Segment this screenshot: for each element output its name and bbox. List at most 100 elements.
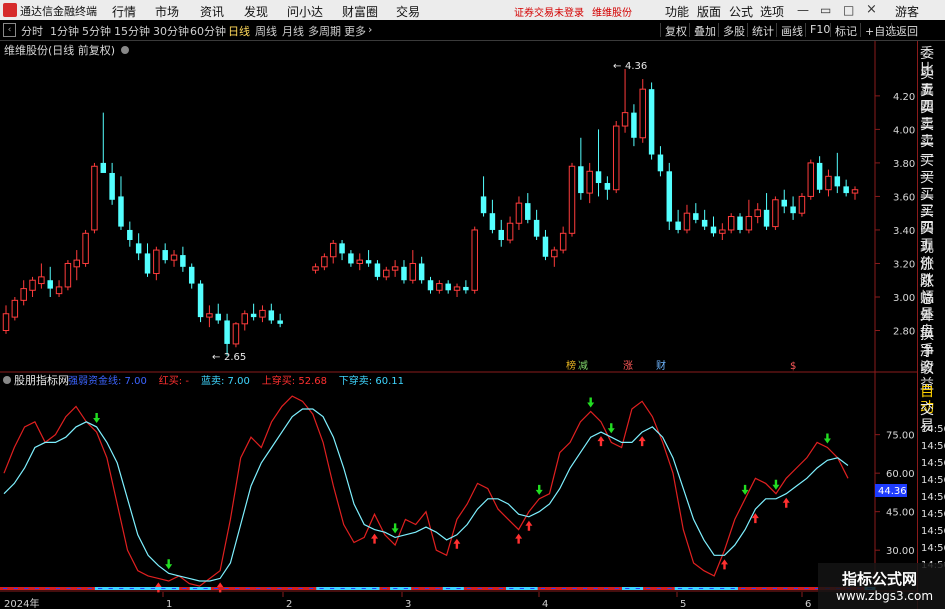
strip-mark <box>98 588 103 589</box>
event-tag-limit[interactable]: 涨 <box>623 360 633 372</box>
menu-item-quotes[interactable]: 行情 <box>112 3 136 20</box>
candle-body <box>188 266 195 284</box>
btn-multistock[interactable]: 多股 <box>718 23 745 38</box>
btn-mark[interactable]: 标记 <box>830 23 857 38</box>
strip-mark <box>55 588 61 589</box>
period-monthly[interactable]: 月线 <box>282 23 304 39</box>
strip-mark <box>361 588 366 589</box>
strip-mark <box>76 588 82 589</box>
period-more[interactable]: 更多 <box>344 23 366 39</box>
candle-body <box>268 310 275 321</box>
login-warning[interactable]: 证券交易未登录 <box>514 4 584 19</box>
watermark-url: www.zbgs3.com <box>836 589 934 603</box>
period-multi[interactable]: 多周期 <box>308 23 341 39</box>
period-intraday[interactable]: 分时 <box>21 23 43 39</box>
indicator-name: 股朋指标网 <box>14 373 69 387</box>
strip-mark <box>667 588 672 589</box>
minimize-icon[interactable]: — <box>797 3 809 17</box>
period-15min[interactable]: 15分钟 <box>114 23 150 39</box>
candle-body <box>568 165 576 234</box>
quote-panel: 委比 卖五 卖四 卖三 卖二 卖一 买一 买二 买三 买四 买五 现价 涨跌 涨… <box>917 41 945 609</box>
indicator-params: 强弱资金线: 7.00 红买: - 蓝卖: 7.00 上穿买: 52.68 下穿卖: 6… <box>68 374 404 387</box>
price-axis: 4.20 4.00 3.80 3.60 3.40 3.20 3.00 2.80 <box>875 92 915 338</box>
candle-body <box>816 162 823 190</box>
strip-mark <box>762 588 767 589</box>
menu-functions[interactable]: 功能 <box>665 3 689 20</box>
candle-body <box>232 323 240 345</box>
chart-area[interactable]: 维维股份(日线 前复权) 4.20 4.00 3.80 3.60 3.40 3.20 3.0… <box>0 41 917 609</box>
candle-body <box>82 232 89 264</box>
event-tag-finance[interactable]: 财 <box>656 359 666 372</box>
menu-layout[interactable]: 版面 <box>697 3 721 20</box>
indicator-settings-icon[interactable] <box>3 376 11 384</box>
strip-mark <box>256 588 261 589</box>
event-tag-reduce[interactable]: 减 <box>578 360 588 372</box>
menu-item-news[interactable]: 资讯 <box>200 3 224 20</box>
strip-mark <box>287 588 293 589</box>
strip-mark <box>3 588 8 589</box>
btn-stats[interactable]: 统计 <box>747 23 774 38</box>
strip-mark <box>161 588 166 589</box>
period-weekly[interactable]: 周线 <box>255 23 277 39</box>
chart-settings-icon[interactable] <box>121 46 129 54</box>
candle-body <box>586 170 593 194</box>
restore-icon[interactable]: ▭ <box>820 3 831 17</box>
menu-item-ask[interactable]: 问小达 <box>287 3 323 20</box>
strip-mark <box>509 588 514 589</box>
close-icon[interactable]: × <box>866 2 877 17</box>
btn-f10[interactable]: F10 <box>805 23 830 37</box>
date-label-jan: 1 <box>166 599 172 609</box>
strip-mark <box>582 588 588 589</box>
btn-adjust[interactable]: 复权 <box>660 23 687 38</box>
btn-draw[interactable]: 画线 <box>776 23 803 38</box>
period-5min[interactable]: 5分钟 <box>82 23 111 39</box>
strip-mark <box>277 588 282 589</box>
menu-item-discover[interactable]: 发现 <box>244 3 268 20</box>
sell-arrow-icon <box>823 433 831 444</box>
menu-item-market[interactable]: 市场 <box>155 3 179 20</box>
strip-mark <box>424 588 430 589</box>
strip-mark <box>403 588 408 589</box>
strip-mark <box>87 588 92 589</box>
strip-mark <box>783 588 788 589</box>
period-daily[interactable]: 日线 <box>228 23 250 39</box>
menu-item-wealth[interactable]: 财富圈 <box>342 3 378 20</box>
stock-tab[interactable]: 维维股份 <box>592 4 632 19</box>
more-chevron-icon[interactable]: › <box>368 23 372 36</box>
trade-time: 14:56 <box>921 458 945 469</box>
strip-mark <box>129 588 134 589</box>
candle-body <box>693 213 699 220</box>
candle-body <box>631 112 637 138</box>
menu-item-trade[interactable]: 交易 <box>396 3 420 20</box>
strip-mark <box>203 588 208 589</box>
candle-body <box>754 209 761 218</box>
candle-body <box>153 249 160 275</box>
candle-body <box>639 88 646 139</box>
period-bar: ‹ 分时 1分钟 5分钟 15分钟 30分钟 60分钟 日线 周线 月线 多周期… <box>0 20 945 41</box>
candle-body <box>38 276 45 285</box>
guest-user[interactable]: 游客 <box>895 3 919 20</box>
period-60min[interactable]: 60分钟 <box>190 23 226 39</box>
candle-body <box>675 221 681 230</box>
strip-mark <box>804 588 809 589</box>
strip-mark <box>34 588 40 589</box>
menu-options[interactable]: 选项 <box>760 3 784 20</box>
date-label-2024: 2024年 <box>4 597 39 609</box>
btn-overlay[interactable]: 叠加 <box>689 23 716 38</box>
menu-formula[interactable]: 公式 <box>729 3 753 20</box>
candle-body <box>551 249 558 258</box>
strip-mark <box>456 588 461 589</box>
period-30min[interactable]: 30分钟 <box>153 23 189 39</box>
candle-body <box>241 313 249 325</box>
event-tag-rank[interactable]: 榜 <box>566 359 576 372</box>
btn-back[interactable]: 返回 <box>891 23 918 38</box>
candle-body <box>224 320 230 344</box>
strip-mark <box>140 588 145 589</box>
candle-body <box>418 263 425 281</box>
period-1min[interactable]: 1分钟 <box>50 23 79 39</box>
maximize-icon[interactable]: □ <box>843 3 854 17</box>
collapse-icon[interactable]: ‹ <box>3 23 16 37</box>
event-tag-dollar[interactable]: $ <box>790 361 796 372</box>
price-tick-label: 3.60 <box>893 192 915 203</box>
strip-mark <box>656 588 661 589</box>
